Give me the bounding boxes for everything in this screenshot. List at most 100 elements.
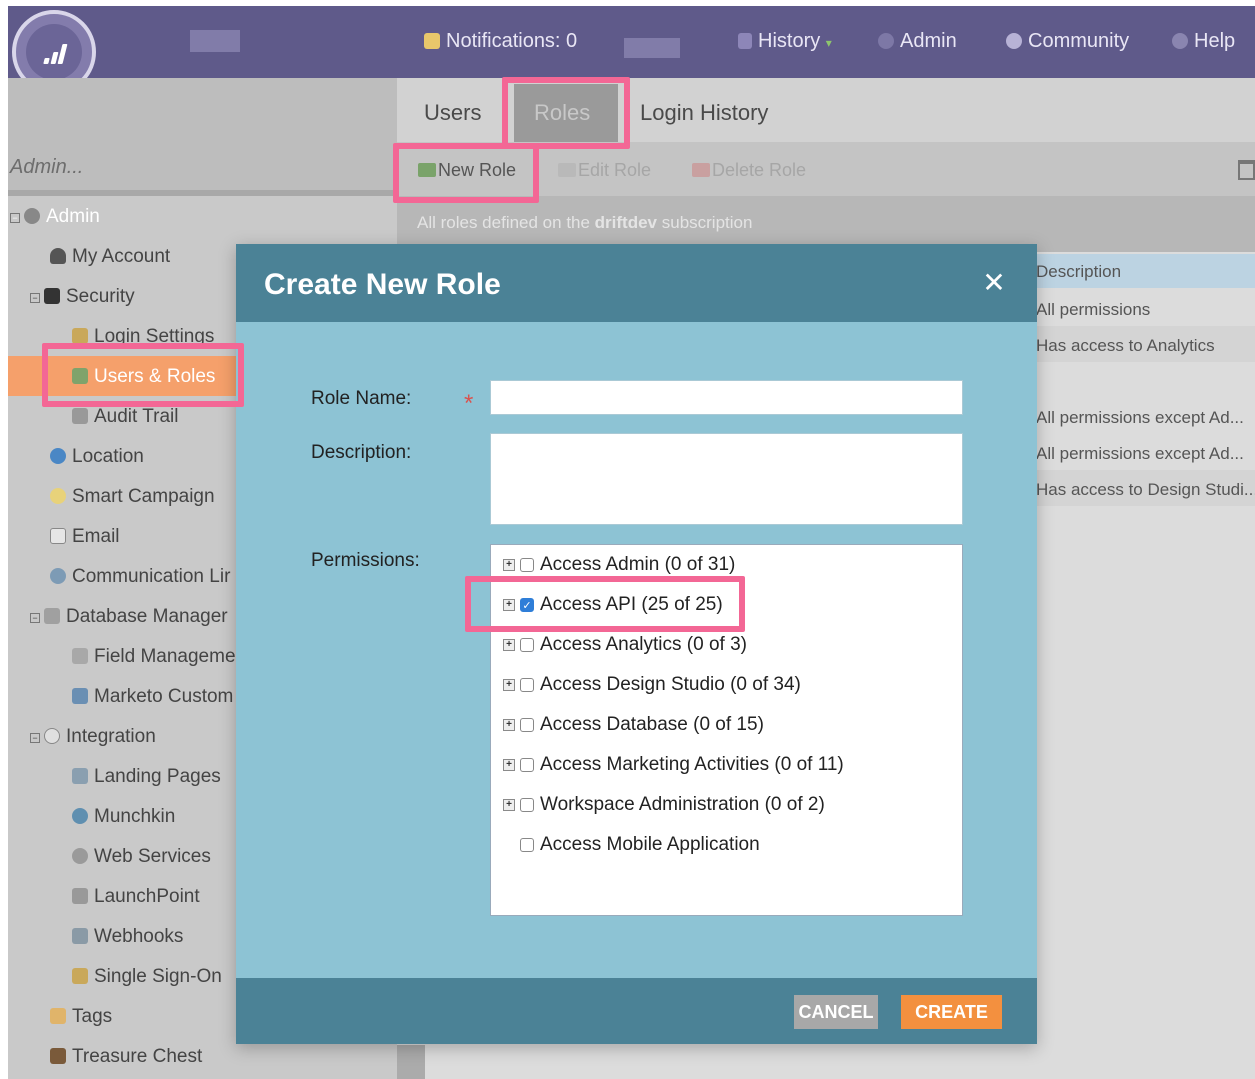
- permission-access-mobile-application[interactable]: +Access Mobile Application: [503, 834, 760, 856]
- sidebar-item-marketo-custom-objects[interactable]: Marketo Custom: [72, 686, 233, 708]
- tab-users[interactable]: Users: [424, 100, 481, 126]
- sidebar-item-munchkin[interactable]: Munchkin: [72, 806, 175, 828]
- permission-checkbox[interactable]: [520, 798, 534, 812]
- dialog-header: Create New Role ✕: [236, 244, 1037, 322]
- expand-icon[interactable]: +: [503, 799, 515, 811]
- sidebar-item-label: Web Services: [94, 846, 211, 867]
- sidebar-item-location[interactable]: Location: [50, 446, 144, 468]
- permission-checkbox[interactable]: [520, 838, 534, 852]
- sidebar-divider: [8, 190, 397, 196]
- sidebar-item-security[interactable]: − Security: [30, 286, 135, 308]
- notepad-icon: [424, 33, 440, 49]
- help-label: Help: [1194, 30, 1236, 52]
- admin-link[interactable]: Admin: [878, 30, 957, 53]
- history-menu[interactable]: History ▾: [738, 30, 832, 53]
- blurred-logo-text: [190, 30, 240, 52]
- expand-icon[interactable]: +: [503, 639, 515, 651]
- description-label: Description:: [311, 442, 412, 463]
- chest-icon: [50, 1048, 66, 1064]
- sidebar-item-label: Integration: [66, 726, 156, 747]
- collapse-icon[interactable]: −: [30, 293, 40, 303]
- help-menu[interactable]: Help: [1172, 30, 1235, 53]
- collapse-icon[interactable]: −: [10, 213, 20, 223]
- cancel-button[interactable]: CANCEL: [794, 995, 878, 1029]
- collapse-icon[interactable]: −: [30, 733, 40, 743]
- audit-icon: [72, 408, 88, 424]
- sidebar-item-webhooks[interactable]: Webhooks: [72, 926, 183, 948]
- permission-access-database[interactable]: + Access Database (0 of 15): [503, 714, 764, 736]
- permission-checkbox[interactable]: [520, 638, 534, 652]
- database-icon: [44, 608, 60, 624]
- permission-access-admin[interactable]: + Access Admin (0 of 31): [503, 554, 735, 576]
- table-row[interactable]: All permissions: [1036, 300, 1255, 320]
- description-field[interactable]: [490, 433, 963, 525]
- collapse-icon[interactable]: −: [30, 613, 40, 623]
- sidebar-item-database-management[interactable]: − Database Manager: [30, 606, 228, 628]
- sidebar-item-email[interactable]: Email: [50, 526, 120, 548]
- sidebar-item-treasure-chest[interactable]: Treasure Chest: [50, 1046, 202, 1068]
- sidebar-item-audit-trail[interactable]: Audit Trail: [72, 406, 178, 428]
- permission-workspace-administration[interactable]: + Workspace Administration (0 of 2): [503, 794, 825, 816]
- blurred-block: [624, 38, 680, 58]
- sidebar-item-smart-campaign[interactable]: Smart Campaign: [50, 486, 215, 508]
- sidebar-item-communication-limits[interactable]: Communication Lir: [50, 566, 230, 588]
- permission-checkbox[interactable]: [520, 758, 534, 772]
- highlight-access-api: [465, 576, 745, 632]
- permission-label: Workspace Administration (0 of 2): [540, 794, 825, 815]
- export-icon[interactable]: [1238, 160, 1255, 180]
- delete-icon: [692, 163, 710, 177]
- permission-checkbox[interactable]: [520, 558, 534, 572]
- community-link[interactable]: Community: [1006, 30, 1129, 53]
- help-icon: [1172, 33, 1188, 49]
- expand-icon[interactable]: +: [503, 559, 515, 571]
- expand-icon[interactable]: +: [503, 679, 515, 691]
- sidebar-item-single-sign-on[interactable]: Single Sign-On: [72, 966, 222, 988]
- munchkin-icon: [72, 808, 88, 824]
- history-label: History: [758, 30, 821, 52]
- sidebar-item-launchpoint[interactable]: LaunchPoint: [72, 886, 200, 908]
- sidebar-item-label: Single Sign-On: [94, 966, 222, 987]
- community-label: Community: [1028, 30, 1130, 52]
- gear-icon: [24, 208, 40, 224]
- expand-icon[interactable]: +: [503, 719, 515, 731]
- sidebar-item-label: Security: [66, 286, 135, 307]
- sidebar-item-label: My Account: [72, 246, 171, 267]
- permission-checkbox[interactable]: [520, 678, 534, 692]
- field-icon: [72, 648, 88, 664]
- sidebar-item-landing-pages[interactable]: Landing Pages: [72, 766, 221, 788]
- sidebar-item-label: Tags: [72, 1006, 113, 1027]
- sidebar-item-admin[interactable]: − Admin: [10, 206, 100, 228]
- globe-icon: [50, 448, 66, 464]
- highlight-new-role: [393, 143, 539, 203]
- delete-role-button[interactable]: Delete Role: [692, 160, 806, 181]
- table-row[interactable]: All permissions except Ad...: [1036, 408, 1255, 428]
- delete-role-label: Delete Role: [712, 160, 807, 180]
- permission-checkbox[interactable]: [520, 718, 534, 732]
- table-row[interactable]: All permissions except Ad...: [1036, 444, 1255, 464]
- sidebar-item-field-management[interactable]: Field Manageme: [72, 646, 236, 668]
- grid-column-description[interactable]: Description: [1036, 262, 1255, 282]
- sidebar-item-label: Field Manageme: [94, 646, 236, 667]
- table-row[interactable]: Has access to Design Studi...: [1036, 480, 1255, 500]
- tab-login-history[interactable]: Login History: [640, 100, 768, 126]
- permission-access-analytics[interactable]: + Access Analytics (0 of 3): [503, 634, 747, 656]
- sidebar-item-label: Communication Lir: [72, 566, 231, 587]
- permission-access-marketing-activities[interactable]: + Access Marketing Activities (0 of 11): [503, 754, 844, 776]
- sidebar-item-my-account[interactable]: My Account: [50, 246, 170, 268]
- sidebar-item-label: Location: [72, 446, 144, 467]
- custom-object-icon: [72, 688, 88, 704]
- sidebar-item-label: Admin: [46, 206, 100, 227]
- permission-access-design-studio[interactable]: + Access Design Studio (0 of 34): [503, 674, 801, 696]
- sidebar-item-tags[interactable]: Tags: [50, 1006, 112, 1028]
- role-name-input[interactable]: [490, 380, 963, 415]
- notifications-link[interactable]: Notifications: 0: [424, 30, 577, 53]
- rocket-icon: [72, 888, 88, 904]
- create-button[interactable]: CREATE: [901, 995, 1002, 1029]
- close-icon[interactable]: ✕: [981, 269, 1007, 297]
- table-row[interactable]: Has access to Analytics: [1036, 336, 1255, 356]
- sidebar-item-integration[interactable]: − Integration: [30, 726, 156, 748]
- edit-role-button[interactable]: Edit Role: [558, 160, 651, 181]
- expand-icon[interactable]: +: [503, 759, 515, 771]
- sidebar-item-web-services[interactable]: Web Services: [72, 846, 211, 868]
- subscription-prefix: All roles defined on the: [417, 213, 595, 232]
